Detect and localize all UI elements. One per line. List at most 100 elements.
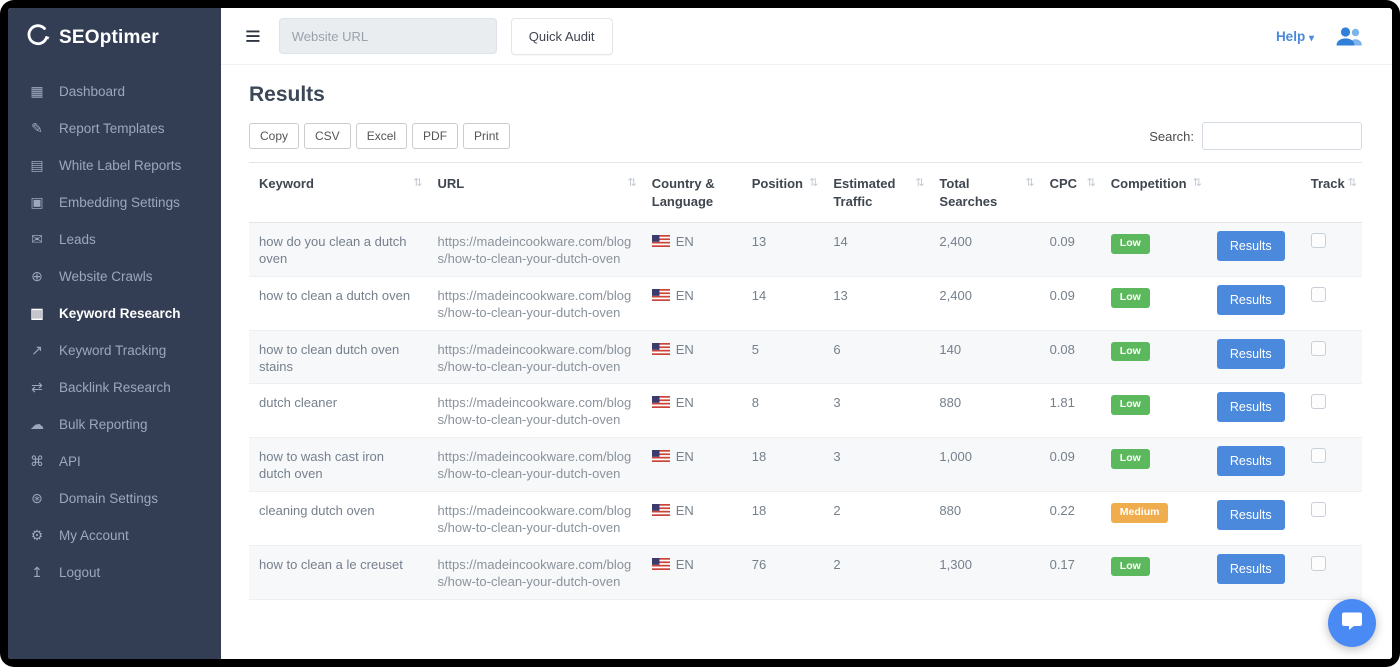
brand-name: SEOptimer	[59, 27, 159, 49]
sort-icon[interactable]: ⇅	[1025, 176, 1034, 191]
sidebar-item-label: Website Crawls	[59, 269, 153, 284]
cell-traffic: 3	[823, 438, 929, 492]
sort-icon[interactable]: ⇅	[915, 176, 924, 191]
sort-icon[interactable]: ⇅	[1087, 176, 1096, 191]
brand[interactable]: SEOptimer	[8, 8, 221, 73]
cell-url: https://madeincookware.com/blogs/how-to-…	[428, 438, 642, 492]
column-header-searches[interactable]: Total Searches⇅	[929, 163, 1039, 223]
sidebar-item-keyword-tracking[interactable]: ↗Keyword Tracking	[8, 332, 221, 369]
seoptimer-logo-icon	[24, 22, 50, 53]
sidebar-item-embedding-settings[interactable]: ▣Embedding Settings	[8, 184, 221, 221]
cell-searches: 1,000	[929, 438, 1039, 492]
results-table: Keyword⇅URL⇅Country & LanguagePosition⇅E…	[249, 162, 1362, 600]
hamburger-menu-icon[interactable]: ≡	[245, 23, 261, 50]
sidebar-item-report-templates[interactable]: ✎Report Templates	[8, 110, 221, 147]
cell-track	[1301, 438, 1362, 492]
column-header-position[interactable]: Position ⇅	[742, 163, 824, 223]
us-flag-icon	[652, 558, 670, 570]
sidebar-item-website-crawls[interactable]: ⊕Website Crawls	[8, 258, 221, 295]
table-header-row: Keyword⇅URL⇅Country & LanguagePosition⇅E…	[249, 163, 1362, 223]
sidebar-item-logout[interactable]: ↥Logout	[8, 554, 221, 591]
table-row: how to clean a dutch ovenhttps://madeinc…	[249, 276, 1362, 330]
column-header-traffic[interactable]: Estimated Traffic⇅	[823, 163, 929, 223]
track-checkbox[interactable]	[1311, 448, 1326, 463]
track-checkbox[interactable]	[1311, 341, 1326, 356]
results-button[interactable]: Results	[1217, 231, 1285, 261]
column-label: Keyword	[259, 176, 314, 191]
sort-icon[interactable]: ⇅	[413, 176, 422, 191]
sort-icon[interactable]: ⇅	[1348, 176, 1357, 191]
copy-export-button[interactable]: Copy	[249, 123, 299, 149]
sidebar-item-keyword-research[interactable]: ▥Keyword Research	[8, 295, 221, 332]
cell-searches: 2,400	[929, 276, 1039, 330]
sort-icon[interactable]: ⇅	[809, 176, 818, 191]
quick-audit-button[interactable]: Quick Audit	[511, 18, 613, 55]
sidebar-item-label: Leads	[59, 232, 96, 247]
sidebar-item-white-label-reports[interactable]: ▤White Label Reports	[8, 147, 221, 184]
competition-badge: Low	[1111, 449, 1150, 469]
cell-searches: 1,300	[929, 545, 1039, 599]
logout-icon: ↥	[28, 564, 46, 581]
export-buttons: CopyCSVExcelPDFPrint	[249, 123, 510, 149]
column-label: Track	[1311, 176, 1345, 191]
table-search-input[interactable]	[1202, 122, 1362, 150]
sidebar-item-my-account[interactable]: ⚙My Account	[8, 517, 221, 554]
sidebar-item-leads[interactable]: ✉Leads	[8, 221, 221, 258]
cell-url: https://madeincookware.com/blogs/how-to-…	[428, 223, 642, 277]
results-button[interactable]: Results	[1217, 554, 1285, 584]
cell-url: https://madeincookware.com/blogs/how-to-…	[428, 276, 642, 330]
sidebar-item-label: Bulk Reporting	[59, 417, 148, 432]
sidebar-item-bulk-reporting[interactable]: ☁Bulk Reporting	[8, 406, 221, 443]
competition-badge: Low	[1111, 288, 1150, 308]
results-button[interactable]: Results	[1217, 446, 1285, 476]
excel-export-button[interactable]: Excel	[356, 123, 407, 149]
table-search: Search:	[1149, 122, 1362, 150]
cell-url: https://madeincookware.com/blogs/how-to-…	[428, 545, 642, 599]
track-checkbox[interactable]	[1311, 233, 1326, 248]
track-checkbox[interactable]	[1311, 394, 1326, 409]
results-button[interactable]: Results	[1217, 285, 1285, 315]
print-export-button[interactable]: Print	[463, 123, 510, 149]
sidebar-item-backlink-research[interactable]: ⇄Backlink Research	[8, 369, 221, 406]
track-checkbox[interactable]	[1311, 287, 1326, 302]
cell-searches: 880	[929, 384, 1039, 438]
column-header-track[interactable]: Track⇅	[1301, 163, 1362, 223]
cell-position: 5	[742, 330, 824, 384]
sort-icon[interactable]: ⇅	[1193, 176, 1202, 191]
column-label: Position	[752, 176, 803, 191]
cell-keyword: how to clean a dutch oven	[249, 276, 428, 330]
sidebar-item-api[interactable]: ⌘API	[8, 443, 221, 480]
sidebar-item-domain-settings[interactable]: ⊛Domain Settings	[8, 480, 221, 517]
users-icon[interactable]	[1334, 25, 1366, 48]
cell-searches: 140	[929, 330, 1039, 384]
chat-launcher-button[interactable]	[1328, 599, 1376, 647]
website-url-input[interactable]	[279, 18, 497, 54]
track-checkbox[interactable]	[1311, 556, 1326, 571]
column-header-competition[interactable]: Competition⇅	[1101, 163, 1207, 223]
column-header-keyword[interactable]: Keyword ⇅	[249, 163, 428, 223]
cell-position: 8	[742, 384, 824, 438]
results-button[interactable]: Results	[1217, 339, 1285, 369]
column-header-url[interactable]: URL⇅	[428, 163, 642, 223]
column-header-cpc[interactable]: CPC⇅	[1040, 163, 1101, 223]
us-flag-icon	[652, 343, 670, 355]
sidebar-item-dashboard[interactable]: ▦Dashboard	[8, 73, 221, 110]
cell-competition: Low	[1101, 330, 1207, 384]
sidebar-item-label: Keyword Tracking	[59, 343, 166, 358]
sort-icon[interactable]: ⇅	[628, 176, 637, 191]
results-button[interactable]: Results	[1217, 392, 1285, 422]
language-label: EN	[676, 395, 694, 410]
cell-traffic: 2	[823, 545, 929, 599]
cell-country: EN	[642, 492, 742, 546]
us-flag-icon	[652, 504, 670, 516]
pdf-export-button[interactable]: PDF	[412, 123, 458, 149]
cell-url: https://madeincookware.com/blogs/how-to-…	[428, 492, 642, 546]
csv-export-button[interactable]: CSV	[304, 123, 351, 149]
cell-keyword: how to wash cast iron dutch oven	[249, 438, 428, 492]
api-icon: ⌘	[28, 453, 46, 470]
help-menu[interactable]: Help ▾	[1276, 29, 1314, 44]
track-checkbox[interactable]	[1311, 502, 1326, 517]
results-button[interactable]: Results	[1217, 500, 1285, 530]
competition-badge: Low	[1111, 395, 1150, 415]
dashboard-icon: ▦	[28, 83, 46, 100]
